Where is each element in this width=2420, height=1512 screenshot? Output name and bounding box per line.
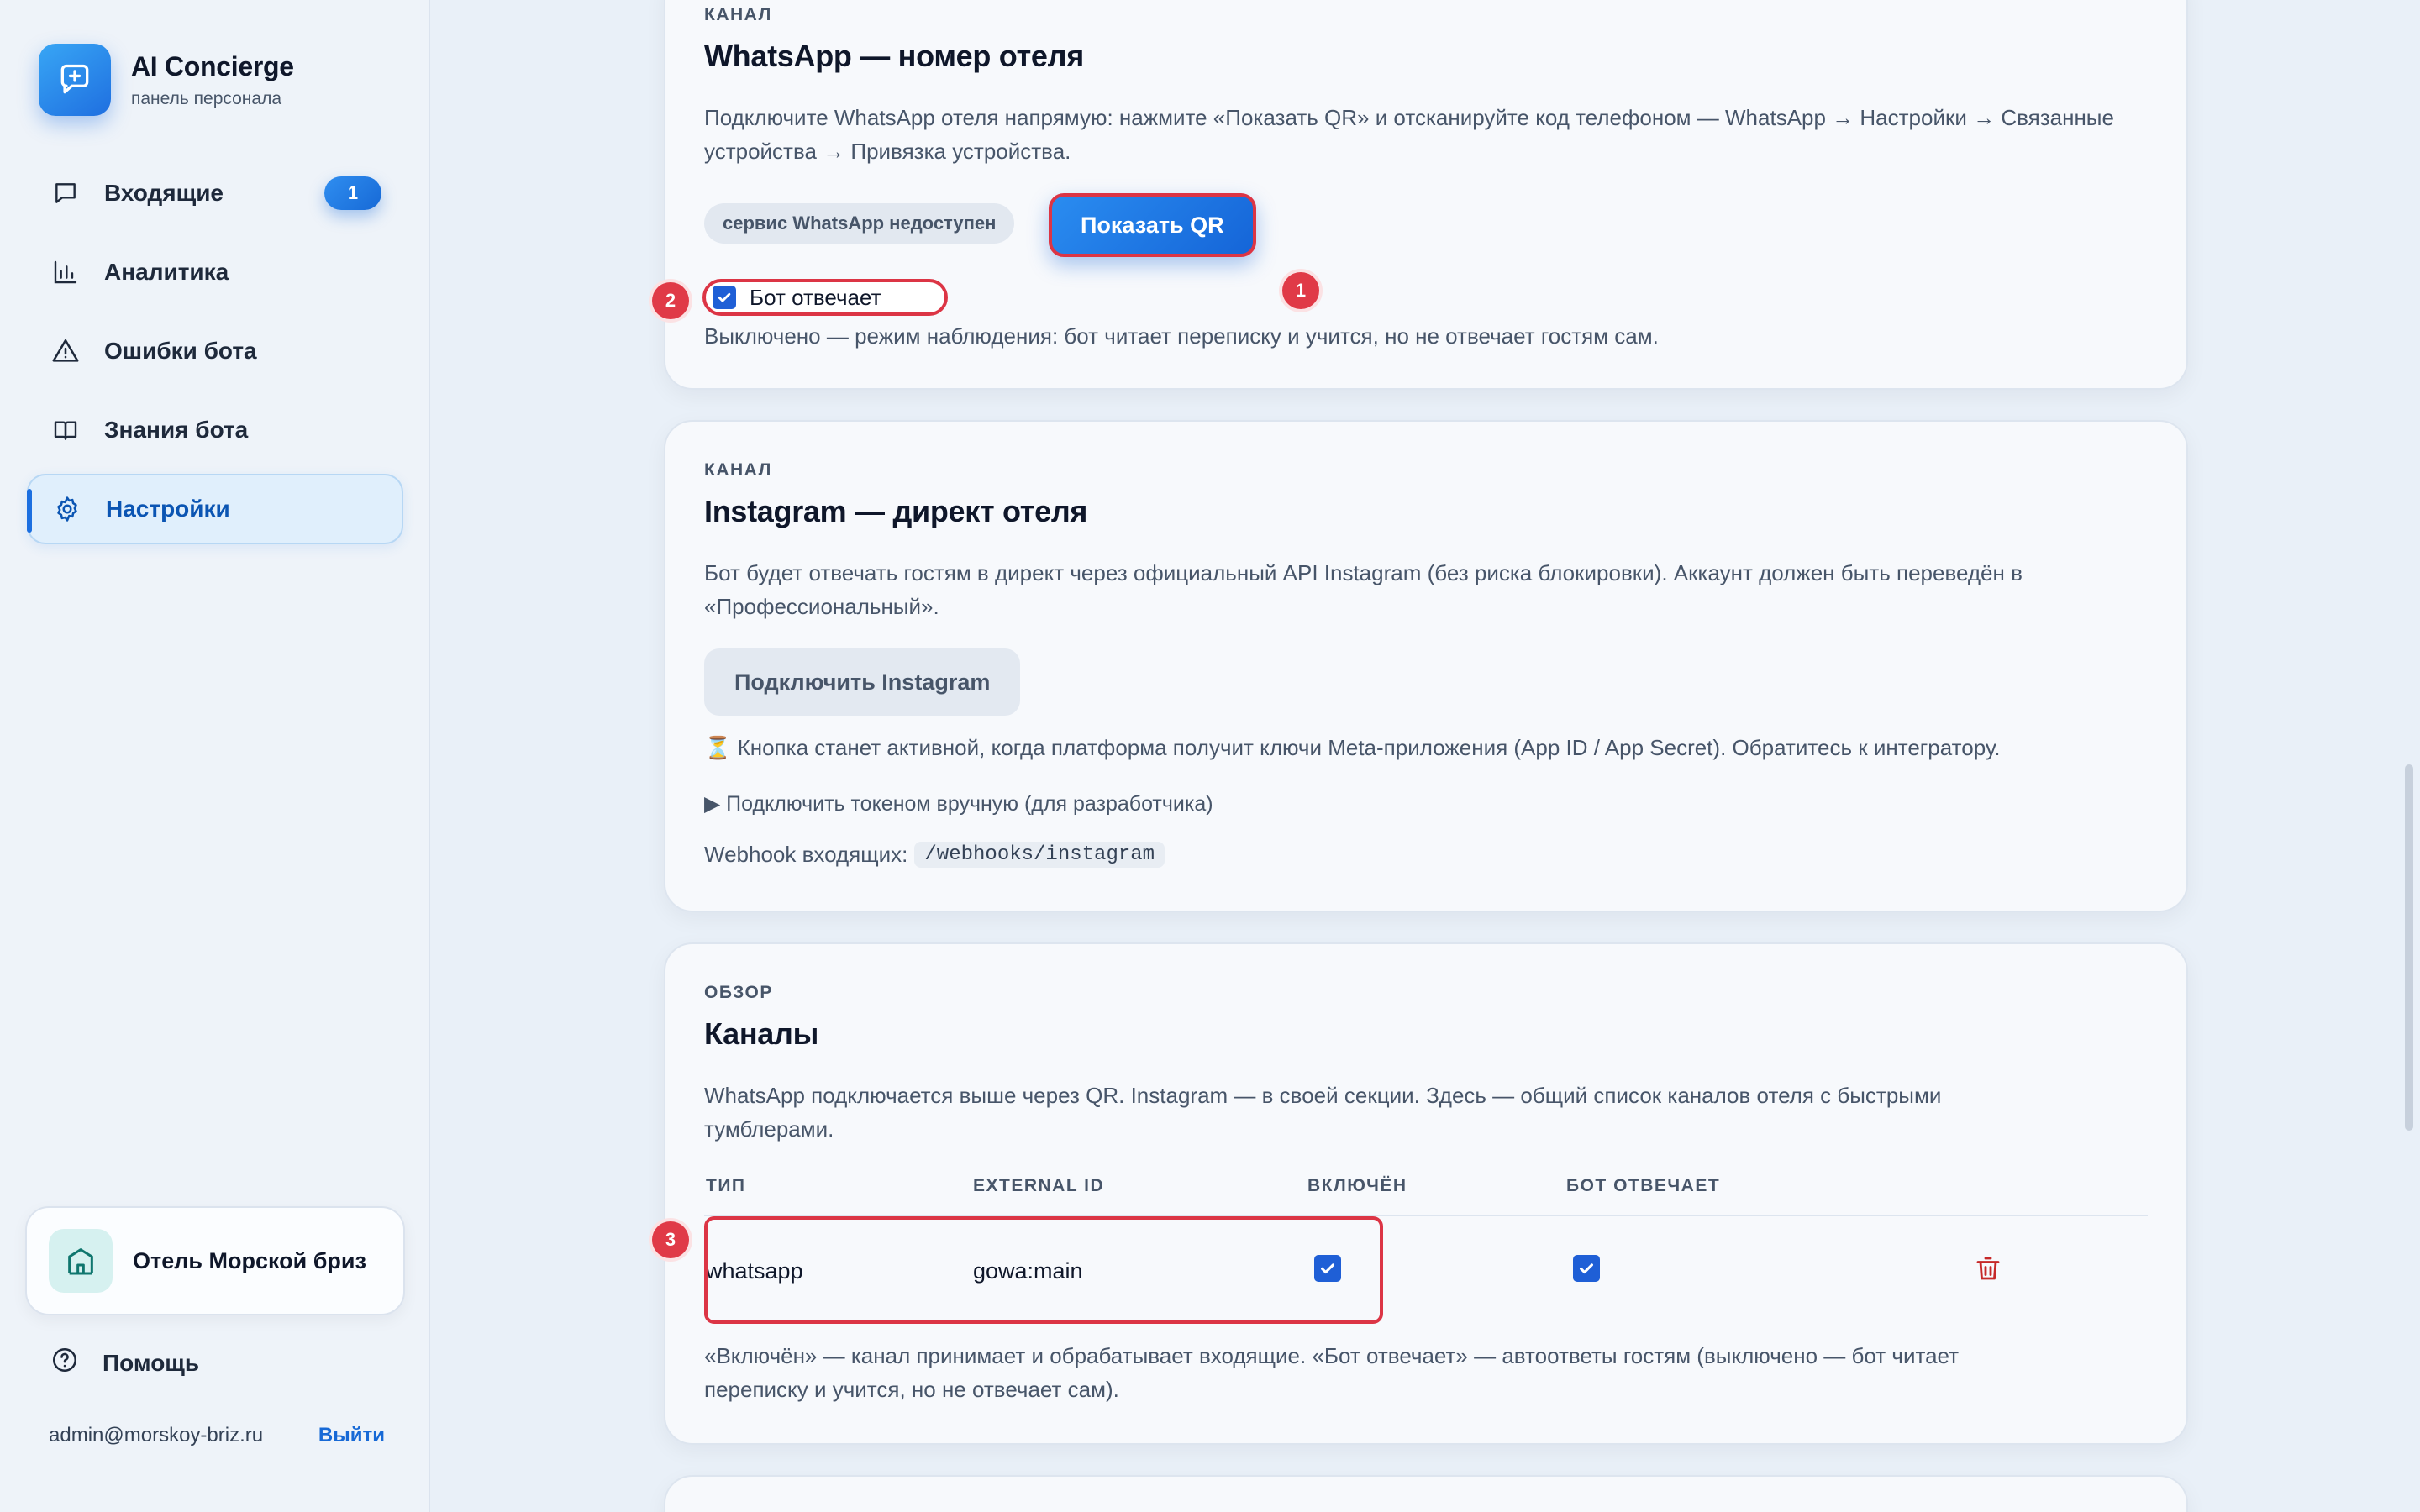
sidebar-item-analytics[interactable]: Аналитика <box>27 237 403 307</box>
sidebar-item-label: Помощь <box>103 1349 200 1376</box>
sidebar-item-bot-errors[interactable]: Ошибки бота <box>27 316 403 386</box>
column-header-bot-replies: БОТ ОТВЕЧАЕТ <box>1566 1176 1721 1195</box>
check-icon <box>1580 1263 1593 1274</box>
column-header-external-id: EXTERNAL ID <box>973 1176 1105 1195</box>
annotation-marker-3: 3 <box>652 1221 689 1258</box>
section-description: Подключите WhatsApp отеля напрямую: нажм… <box>704 105 2114 164</box>
webhook-row: Webhook входящих: /webhooks/instagram <box>704 842 1165 868</box>
hotel-name: Отель Морской бриз <box>133 1247 366 1273</box>
account-row: admin@morskoy-briz.ru Выйти <box>49 1424 385 1447</box>
inbox-count-badge: 1 <box>324 176 381 210</box>
warning-icon <box>50 336 81 366</box>
bot-replies-hint: Выключено — режим наблюдения: бот читает… <box>704 323 1659 349</box>
bot-replies-checkbox[interactable] <box>713 286 736 309</box>
check-icon <box>718 292 731 302</box>
help-icon <box>50 1346 79 1380</box>
hotel-switcher[interactable]: Отель Морской бриз <box>25 1206 405 1315</box>
delete-channel-button[interactable] <box>1973 1253 2003 1288</box>
channels-footnote: «Включён» — канал принимает и обрабатыва… <box>704 1343 1960 1402</box>
section-eyebrow: КАНАЛ <box>704 460 772 480</box>
webhook-label: Webhook входящих: <box>704 842 908 867</box>
section-description: Бот будет отвечать гостям в директ через… <box>704 560 2023 619</box>
sidebar-item-inbox[interactable]: Входящие 1 <box>27 158 403 228</box>
manual-token-toggle[interactable]: ▶ Подключить токеном вручную (для разраб… <box>704 791 1213 816</box>
annotation-marker-2: 2 <box>652 282 689 319</box>
logout-link[interactable]: Выйти <box>318 1424 385 1447</box>
hotel-icon <box>49 1229 113 1293</box>
sidebar-item-label: Ошибки бота <box>104 338 257 364</box>
webhook-path: /webhooks/instagram <box>914 842 1165 868</box>
show-qr-button[interactable]: Показать QR <box>1049 193 1256 257</box>
section-eyebrow: КАНАЛ <box>704 5 772 24</box>
brand: AI Concierge панель персонала <box>39 44 294 116</box>
whatsapp-status-pill: сервис WhatsApp недоступен <box>704 203 1015 244</box>
bot-replies-checkbox[interactable] <box>1573 1255 1600 1282</box>
account-email: admin@morskoy-briz.ru <box>49 1424 264 1446</box>
annotation-highlight-row <box>704 1216 1383 1324</box>
bar-chart-icon <box>50 257 81 287</box>
sidebar-item-settings[interactable]: Настройки <box>27 474 403 544</box>
column-header-type: ТИП <box>706 1176 746 1195</box>
channels-card: ОБЗОР Каналы WhatsApp подключается выше … <box>652 942 2188 1445</box>
brand-subtitle: панель персонала <box>131 88 282 108</box>
section-title: WhatsApp — номер отеля <box>704 39 1084 73</box>
whatsapp-card: КАНАЛ WhatsApp — номер отеля Подключите … <box>652 0 2188 390</box>
section-title: Каналы <box>704 1016 819 1051</box>
sidebar: AI Concierge панель персонала Входящие 1… <box>0 0 430 1512</box>
gear-icon <box>52 494 82 524</box>
section-description: WhatsApp подключается выше через QR. Ins… <box>704 1083 1942 1142</box>
connect-instagram-button[interactable]: Подключить Instagram <box>704 648 1021 716</box>
brand-title: AI Concierge <box>131 50 294 81</box>
sidebar-nav: Входящие 1 Аналитика Ошибки бота Знания … <box>27 158 403 553</box>
trash-icon <box>1976 1257 2000 1280</box>
book-icon <box>50 415 81 445</box>
column-header-enabled: ВКЛЮЧЁН <box>1307 1176 1407 1195</box>
bot-replies-label: Бот отвечает <box>750 284 881 310</box>
section-eyebrow: ОБЗОР <box>704 983 773 1002</box>
annotation-marker-1: 1 <box>1282 272 1319 309</box>
sidebar-item-bot-knowledge[interactable]: Знания бота <box>27 395 403 465</box>
page-scrollbar[interactable] <box>2405 764 2413 1131</box>
instagram-pending-note: ⏳ Кнопка станет активной, когда платформ… <box>704 735 2001 760</box>
sidebar-item-label: Входящие <box>104 180 224 206</box>
sidebar-item-label: Аналитика <box>104 259 229 285</box>
sidebar-item-label: Настройки <box>106 496 230 522</box>
bot-replies-toggle[interactable]: Бот отвечает <box>702 279 948 316</box>
next-card <box>664 1475 2188 1512</box>
section-title: Instagram — директ отеля <box>704 494 1088 528</box>
instagram-card: КАНАЛ Instagram — директ отеля Бот будет… <box>664 420 2188 912</box>
app-logo-icon <box>39 44 111 116</box>
sidebar-item-help[interactable]: Помощь <box>50 1346 199 1380</box>
sidebar-item-label: Знания бота <box>104 417 249 443</box>
main-content: КАНАЛ WhatsApp — номер отеля Подключите … <box>432 0 2420 1512</box>
chat-bubble-icon <box>50 178 81 208</box>
